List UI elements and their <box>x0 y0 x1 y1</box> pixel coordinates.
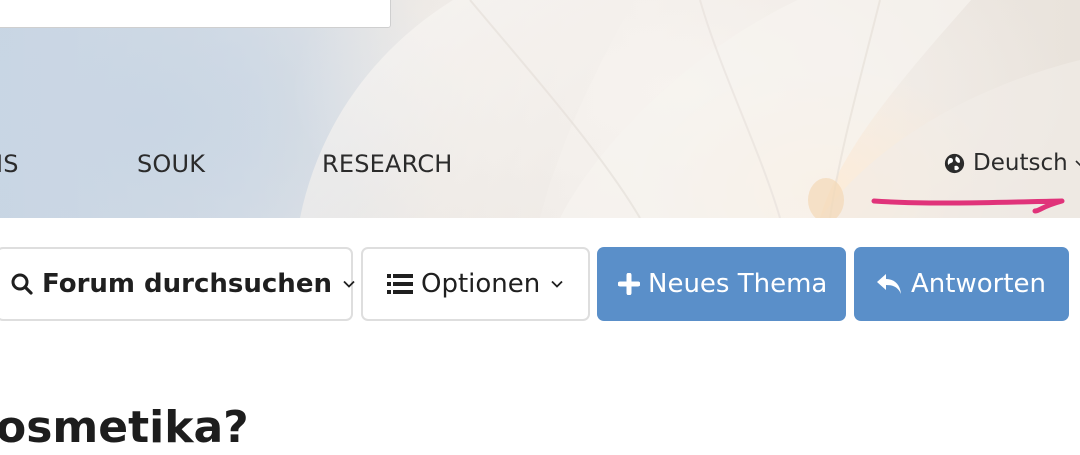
search-forum-button[interactable]: Forum durchsuchen <box>0 247 355 321</box>
language-selector[interactable]: Deutsch <box>944 150 1080 176</box>
new-thread-button[interactable]: Neues Thema <box>597 247 846 321</box>
plus-icon <box>618 273 640 295</box>
new-thread-label: Neues Thema <box>648 269 828 299</box>
flower-background <box>300 0 1080 218</box>
chevron-down-icon <box>1075 160 1080 167</box>
header-search-box[interactable] <box>0 0 391 28</box>
nav-item-souk[interactable]: SOUK <box>137 150 205 178</box>
annotation-underline <box>871 198 1065 214</box>
options-label: Optionen <box>421 269 541 299</box>
reply-label: Antworten <box>911 269 1046 299</box>
reply-button[interactable]: Antworten <box>854 247 1069 321</box>
chevron-down-icon <box>343 280 355 288</box>
chevron-down-icon <box>551 280 563 288</box>
language-label: Deutsch <box>973 150 1068 176</box>
thread-title: osmetika? <box>0 402 249 453</box>
nav-item-is[interactable]: IS <box>0 150 19 178</box>
list-icon <box>387 274 413 294</box>
reply-icon <box>877 274 901 294</box>
nav-item-research[interactable]: RESEARCH <box>322 150 453 178</box>
globe-icon <box>944 153 965 173</box>
search-forum-label: Forum durchsuchen <box>42 269 332 299</box>
options-button[interactable]: Optionen <box>361 247 590 321</box>
banner-image: IS SOUK RESEARCH Deutsch <box>0 0 1080 218</box>
search-icon <box>11 273 33 295</box>
